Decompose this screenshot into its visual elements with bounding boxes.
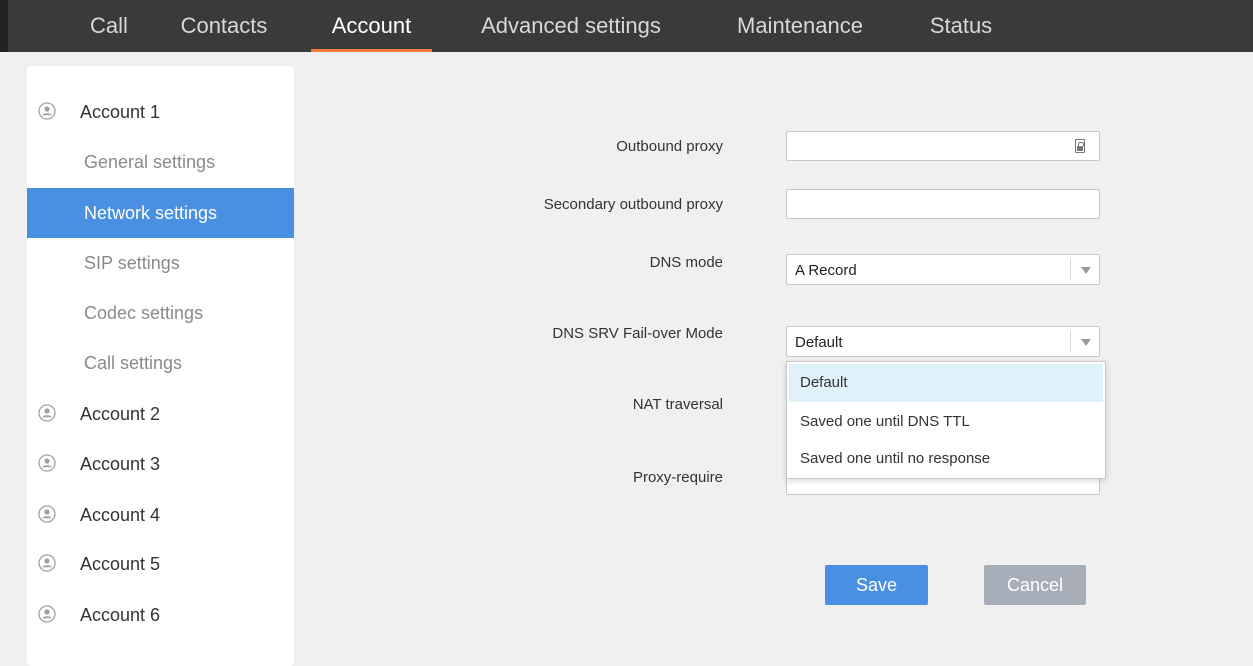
- tab-maintenance[interactable]: Maintenance: [727, 0, 873, 52]
- sidebar-item-label: Account 3: [80, 454, 161, 474]
- sidebar-item-account-6[interactable]: Account 6: [27, 590, 294, 640]
- dns-srv-failover-label: DNS SRV Fail-over Mode: [552, 325, 723, 342]
- contact-card-icon[interactable]: [1075, 139, 1085, 153]
- chevron-down-icon: [1081, 339, 1091, 346]
- tab-call[interactable]: Call: [82, 0, 136, 52]
- sidebar-item-sip-settings[interactable]: SIP settings: [27, 238, 294, 288]
- top-nav-bar: Call Contacts Account Advanced settings …: [0, 0, 1253, 52]
- dropdown-option-label: Saved one until DNS TTL: [800, 413, 970, 430]
- dns-srv-failover-select[interactable]: Default: [786, 326, 1100, 357]
- dropdown-option-label: Default: [800, 374, 848, 391]
- sidebar-item-label: Codec settings: [84, 303, 204, 323]
- user-icon: [38, 605, 56, 623]
- sidebar-item-account-3[interactable]: Account 3: [27, 439, 294, 489]
- sidebar-item-account-1[interactable]: Account 1: [27, 87, 294, 137]
- sidebar-item-label: Account 1: [80, 102, 161, 122]
- dropdown-option-label: Saved one until no response: [800, 450, 991, 467]
- dns-mode-value: A Record: [795, 262, 857, 279]
- select-divider: [1070, 259, 1071, 280]
- sidebar-item-general-settings[interactable]: General settings: [27, 137, 294, 187]
- sidebar-item-label: SIP settings: [84, 253, 180, 273]
- user-icon: [38, 554, 56, 572]
- sidebar-item-call-settings[interactable]: Call settings: [27, 338, 294, 388]
- sidebar-item-label: Network settings: [84, 203, 218, 223]
- user-icon: [38, 404, 56, 422]
- active-tab-underline: [311, 49, 432, 52]
- outbound-proxy-input[interactable]: [786, 131, 1100, 161]
- tab-status[interactable]: Status: [925, 0, 997, 52]
- secondary-outbound-proxy-label: Secondary outbound proxy: [543, 196, 723, 213]
- chevron-down-icon: [1081, 267, 1091, 274]
- sidebar-item-label: General settings: [84, 152, 216, 172]
- user-icon: [38, 505, 56, 523]
- cancel-button[interactable]: Cancel: [984, 565, 1086, 605]
- secondary-outbound-proxy-input[interactable]: [786, 189, 1100, 219]
- dropdown-option-default[interactable]: Default: [789, 364, 1103, 402]
- dns-mode-select[interactable]: A Record: [786, 254, 1100, 285]
- select-divider: [1070, 331, 1071, 352]
- account-sidebar: Account 1 General settings Network setti…: [27, 66, 294, 666]
- sidebar-item-account-2[interactable]: Account 2: [27, 389, 294, 439]
- outbound-proxy-label: Outbound proxy: [616, 138, 723, 155]
- user-icon: [38, 102, 56, 120]
- tab-account[interactable]: Account: [311, 0, 432, 52]
- sidebar-item-label: Account 5: [80, 554, 161, 574]
- sidebar-item-network-settings[interactable]: Network settings: [27, 188, 294, 238]
- sidebar-item-label: Account 2: [80, 404, 161, 424]
- nat-traversal-label: NAT traversal: [632, 396, 723, 413]
- user-icon: [38, 454, 56, 472]
- dns-mode-label: DNS mode: [649, 254, 723, 271]
- nav-left-edge: [0, 0, 8, 52]
- sidebar-item-label: Account 6: [80, 605, 161, 625]
- proxy-require-label: Proxy-require: [632, 469, 723, 486]
- dropdown-option-saved-until-no-response[interactable]: Saved one until no response: [789, 440, 1103, 478]
- tab-advanced-settings[interactable]: Advanced settings: [468, 0, 674, 52]
- sidebar-item-label: Call settings: [84, 353, 183, 373]
- sidebar-item-account-5[interactable]: Account 5: [27, 539, 294, 589]
- sidebar-item-account-4[interactable]: Account 4: [27, 490, 294, 540]
- dns-srv-failover-value: Default: [795, 334, 843, 351]
- tab-contacts[interactable]: Contacts: [172, 0, 276, 52]
- save-button[interactable]: Save: [825, 565, 928, 605]
- sidebar-item-codec-settings[interactable]: Codec settings: [27, 288, 294, 338]
- dropdown-option-saved-until-dns-ttl[interactable]: Saved one until DNS TTL: [789, 403, 1103, 441]
- sidebar-item-label: Account 4: [80, 505, 161, 525]
- dns-srv-failover-dropdown: Default Saved one until DNS TTL Saved on…: [786, 361, 1106, 479]
